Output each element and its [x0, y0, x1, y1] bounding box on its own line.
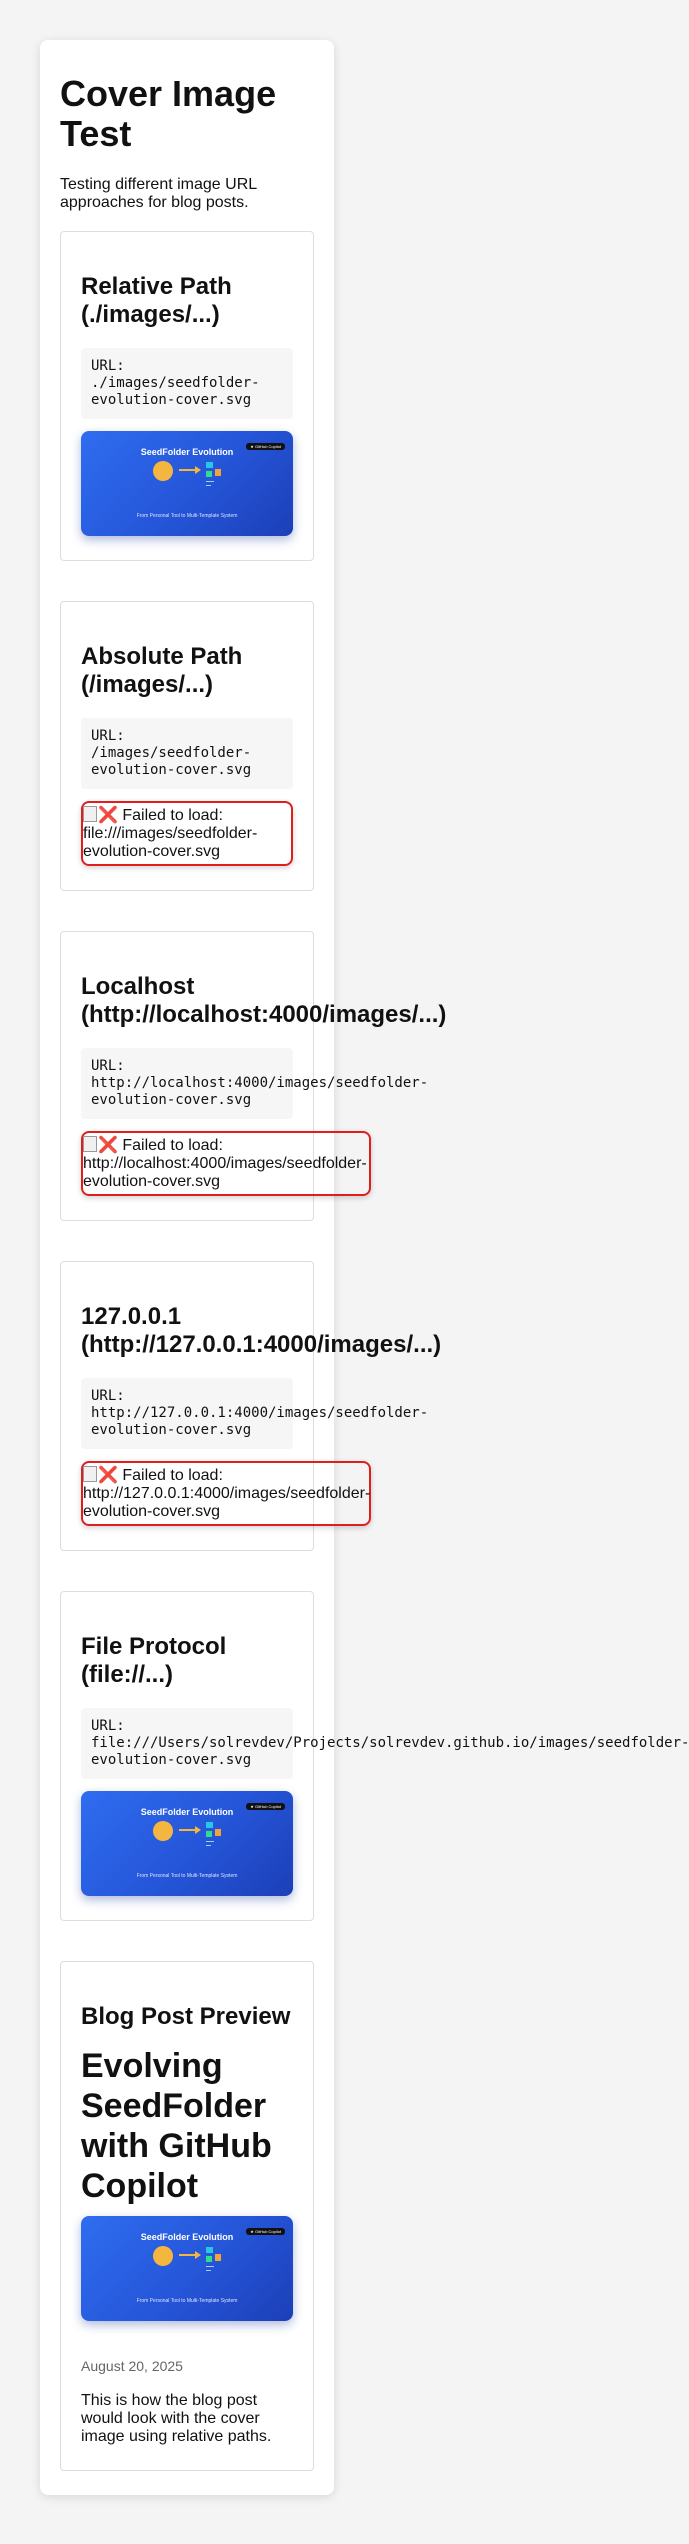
url-box: URL: http://localhost:4000/images/seedfo… — [81, 1048, 428, 1119]
test-heading: Relative Path (./images/...) — [81, 273, 232, 328]
test-card-absolute-path: Absolute Path (/images/...) URL: /images/… — [60, 601, 314, 891]
error-icon: ❌ — [98, 807, 118, 824]
test-card-loopback-ip: 127.0.0.1 (http://127.0.0.1:4000/images/.… — [60, 1261, 442, 1551]
broken-image-icon — [83, 1466, 97, 1482]
cover-subtitle: From Personal Tool to Multi-Template Sys… — [136, 513, 238, 519]
url-box: URL: /images/seedfolder- evolution-cover… — [81, 718, 293, 789]
page-container: Cover Image Test Testing different image… — [40, 40, 689, 2495]
test-card-file-protocol: File Protocol (file://...) URL: file:///U… — [60, 1591, 689, 1921]
page-content: Cover Image Test Testing different image… — [40, 40, 689, 2471]
folder-icon — [215, 1829, 221, 1836]
divider — [206, 1845, 211, 1846]
emoji-icon — [153, 461, 173, 481]
post-description: This is how the blog post would look wit… — [81, 2392, 272, 2445]
url-box: URL: ./images/seedfolder- evolution-cove… — [81, 348, 293, 419]
broken-image: ❌ Failed to load: http://localhost:4000/… — [81, 1131, 371, 1196]
broken-image: ❌ Failed to load: http://127.0.0.1:4000/… — [81, 1461, 371, 1526]
test-heading: 127.0.0.1 (http://127.0.0.1:4000/images/.… — [81, 1303, 442, 1358]
emoji-icon — [153, 1821, 173, 1841]
folder-icon — [206, 2247, 213, 2253]
divider — [206, 2270, 211, 2271]
cover-image: SeedFolder Evolution ★ GitHub Copilot Fr… — [81, 2216, 293, 2321]
copilot-badge: ★ GitHub Copilot — [246, 1803, 285, 1810]
post-title[interactable]: Evolving SeedFolder with GitHub Copilot — [81, 2046, 293, 2206]
broken-image-icon — [83, 1136, 97, 1152]
divider — [206, 481, 214, 482]
folder-icon — [215, 469, 221, 476]
folder-icon — [206, 471, 212, 477]
broken-image: ❌ Failed to load: file:///images/seedfol… — [81, 801, 293, 866]
preview-heading: Blog Post Preview — [81, 2003, 291, 2030]
intro-text: Testing different image URL approaches fo… — [60, 176, 258, 211]
folder-icon — [206, 2256, 212, 2262]
cover-subtitle: From Personal Tool to Multi-Template Sys… — [136, 2298, 238, 2304]
test-heading: Localhost (http://localhost:4000/images/.… — [81, 973, 447, 1028]
emoji-icon — [153, 2246, 173, 2266]
divider — [206, 2266, 214, 2267]
page-title: Cover Image Test — [60, 73, 277, 154]
folder-icon — [206, 462, 213, 468]
copilot-badge: ★ GitHub Copilot — [246, 443, 285, 450]
test-card-localhost: Localhost (http://localhost:4000/images/.… — [60, 931, 447, 1221]
copilot-badge: ★ GitHub Copilot — [246, 2228, 285, 2235]
cover-image: SeedFolder Evolution ★ GitHub Copilot Fr… — [81, 431, 293, 536]
test-card-relative-path: Relative Path (./images/...) URL: ./image… — [60, 231, 314, 561]
cover-image: SeedFolder Evolution ★ GitHub Copilot Fr… — [81, 1791, 293, 1896]
url-box: URL: file:///Users/solrevdev/Projects/so… — [81, 1708, 689, 1779]
arrowhead-icon — [195, 2251, 201, 2259]
arrowhead-icon — [195, 1826, 201, 1834]
test-heading: Absolute Path (/images/...) — [81, 643, 243, 698]
arrowhead-icon — [195, 466, 201, 474]
divider — [206, 485, 211, 486]
folder-icon — [206, 1831, 212, 1837]
url-box: URL: http://127.0.0.1:4000/images/seedfo… — [81, 1378, 428, 1449]
folder-icon — [206, 1822, 213, 1828]
blog-post-preview-card: Blog Post Preview Evolving SeedFolder wi… — [60, 1961, 314, 2471]
cover-subtitle: From Personal Tool to Multi-Template Sys… — [136, 1873, 238, 1879]
error-icon: ❌ — [98, 1467, 118, 1484]
error-icon: ❌ — [98, 1137, 118, 1154]
test-heading: File Protocol (file://...) — [81, 1633, 227, 1688]
post-date: August 20, 2025 — [81, 2358, 183, 2374]
divider — [206, 1841, 214, 1842]
folder-icon — [215, 2254, 221, 2261]
broken-image-icon — [83, 806, 97, 822]
